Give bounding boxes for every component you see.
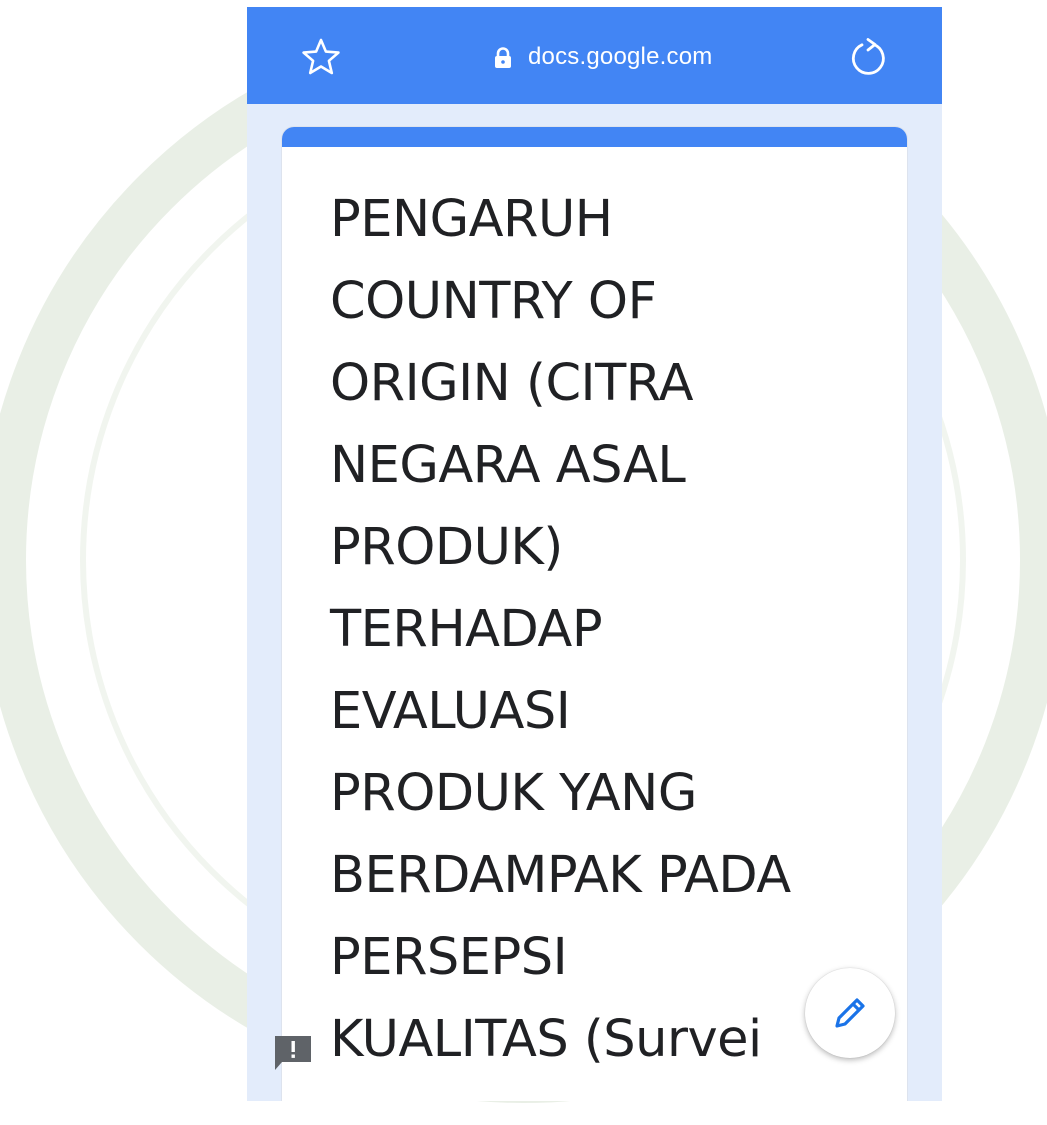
lock-icon bbox=[494, 47, 512, 69]
form-title: PENGARUH COUNTRY OF ORIGIN (CITRA NEGARA… bbox=[330, 179, 890, 1081]
form-color-bar bbox=[282, 127, 907, 147]
form-title-line: EVALUASI bbox=[330, 682, 571, 741]
star-outline-icon[interactable] bbox=[299, 35, 343, 79]
form-header-card: PENGARUH COUNTRY OF ORIGIN (CITRA NEGARA… bbox=[282, 127, 907, 1101]
form-title-line: PENGARUH bbox=[330, 190, 613, 249]
form-title-line: NEGARA ASAL bbox=[330, 436, 686, 495]
url-text[interactable]: docs.google.com bbox=[528, 43, 712, 71]
form-title-line: PERSEPSI bbox=[330, 928, 568, 987]
phone-screen: docs.google.com PENGARUH COUNTRY OF ORIG… bbox=[247, 7, 942, 1101]
reload-icon[interactable] bbox=[847, 35, 891, 81]
browser-url-bar: docs.google.com bbox=[247, 7, 942, 104]
form-title-line: COUNTRY OF bbox=[330, 272, 657, 331]
form-title-line: ORIGIN (CITRA bbox=[330, 354, 694, 413]
edit-fab-button[interactable] bbox=[805, 968, 895, 1058]
form-title-line: PRODUK YANG bbox=[330, 764, 697, 823]
report-feedback-icon[interactable] bbox=[273, 1033, 313, 1073]
form-title-line: PRODUK) bbox=[330, 518, 563, 577]
form-title-line: BERDAMPAK PADA bbox=[330, 846, 791, 905]
pencil-icon bbox=[835, 998, 865, 1028]
form-title-line: TERHADAP bbox=[330, 600, 603, 659]
